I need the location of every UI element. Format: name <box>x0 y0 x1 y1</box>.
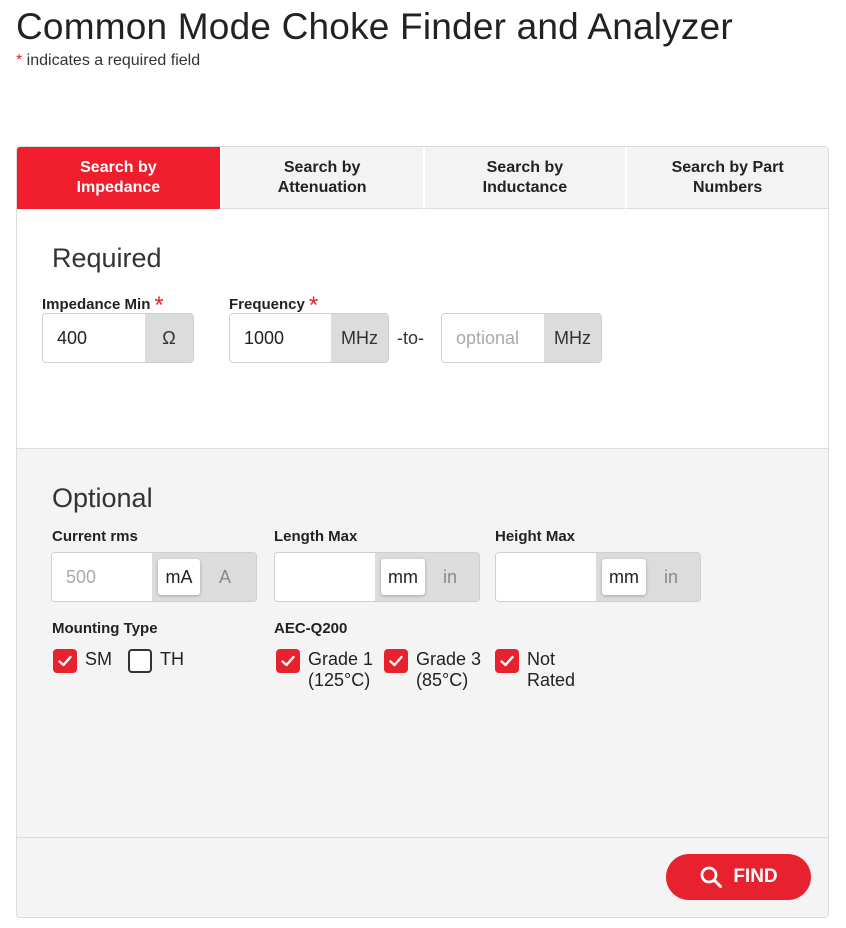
checkbox-checked-icon <box>495 649 519 673</box>
tab-label-line1: Search by <box>80 158 157 176</box>
unit-option-mm[interactable]: mm <box>602 559 646 595</box>
form-footer: FIND <box>17 838 828 917</box>
tab-label-line2: Attenuation <box>277 178 367 196</box>
tab-search-by-attenuation[interactable]: Search by Attenuation <box>219 147 423 209</box>
frequency-max-input[interactable] <box>442 314 544 362</box>
tab-search-by-inductance[interactable]: Search by Inductance <box>422 147 626 209</box>
frequency-min-unit-addon: MHz <box>331 314 388 362</box>
mounting-th-checkbox[interactable]: TH <box>128 649 184 673</box>
checkbox-checked-icon <box>53 649 77 673</box>
checkbox-label: Grade 1 (125°C) <box>308 649 374 690</box>
unit-option-mm[interactable]: mm <box>381 559 425 595</box>
tab-label-line1: Search by Part <box>671 158 784 176</box>
mounting-sm-checkbox[interactable]: SM <box>53 649 112 673</box>
tab-label-line2: Numbers <box>692 178 763 196</box>
frequency-label: Frequency * <box>229 288 318 319</box>
ohm-unit-addon: Ω <box>145 314 193 362</box>
height-max-input[interactable] <box>496 553 596 601</box>
unit-option-in[interactable]: in <box>650 559 692 595</box>
required-field-note: * indicates a required field <box>16 52 200 70</box>
checkbox-label: TH <box>160 649 184 669</box>
tab-label-line2: Impedance <box>76 178 161 196</box>
find-button[interactable]: FIND <box>666 854 811 900</box>
aec-grade1-checkbox[interactable]: Grade 1 (125°C) <box>276 649 373 691</box>
search-panel: Search by Impedance Search by Attenuation … <box>16 146 829 918</box>
impedance-min-input[interactable] <box>43 314 145 362</box>
required-section: Required Impedance Min* Ω Frequency* MHz… <box>17 209 828 449</box>
tab-search-by-part-numbers[interactable]: Search by Part Numbers <box>625 147 828 209</box>
impedance-min-label-text: Impedance Min <box>42 296 151 313</box>
height-max-group: mm in <box>495 552 701 602</box>
unit-option-ma[interactable]: mA <box>158 559 200 595</box>
aec-not-rated-checkbox[interactable]: Not Rated <box>495 649 575 691</box>
frequency-min-group: MHz <box>229 313 389 363</box>
length-max-group: mm in <box>274 552 480 602</box>
current-rms-label: Current rms <box>52 528 138 545</box>
checkbox-label: Not Rated <box>527 649 576 690</box>
unit-option-in[interactable]: in <box>429 559 471 595</box>
search-icon <box>700 866 723 888</box>
tab-label-line1: Search by <box>283 158 361 176</box>
length-unit-toggle: mm in <box>375 553 479 601</box>
required-heading: Required <box>52 243 162 273</box>
length-max-label: Length Max <box>274 528 358 545</box>
frequency-range-separator: -to- <box>397 328 424 348</box>
tab-label-line1: Search by <box>486 158 564 176</box>
required-note-text: indicates a required field <box>22 52 201 69</box>
impedance-min-group: Ω <box>42 313 194 363</box>
tab-label-line2: Inductance <box>482 178 568 196</box>
optional-section: Optional Current rms mA A Length Max mm … <box>17 449 828 838</box>
current-rms-group: mA A <box>51 552 257 602</box>
page-title: Common Mode Choke Finder and Analyzer <box>16 6 733 47</box>
current-unit-toggle: mA A <box>152 553 256 601</box>
aec-q200-label: AEC-Q200 <box>274 620 348 637</box>
frequency-max-unit-addon: MHz <box>544 314 601 362</box>
checkbox-unchecked-icon <box>128 649 152 673</box>
checkbox-label: SM <box>85 649 112 669</box>
height-unit-toggle: mm in <box>596 553 700 601</box>
aec-grade3-checkbox[interactable]: Grade 3 (85°C) <box>384 649 481 691</box>
checkbox-checked-icon <box>276 649 300 673</box>
frequency-max-group: MHz <box>441 313 602 363</box>
checkbox-label: Grade 3 (85°C) <box>416 649 482 690</box>
height-max-label: Height Max <box>495 528 576 545</box>
optional-heading: Optional <box>52 483 153 513</box>
mounting-type-label: Mounting Type <box>52 620 158 637</box>
length-max-input[interactable] <box>275 553 375 601</box>
unit-option-a[interactable]: A <box>204 559 246 595</box>
find-button-label: FIND <box>733 866 778 887</box>
search-tabs: Search by Impedance Search by Attenuation … <box>17 147 828 209</box>
impedance-min-label: Impedance Min * <box>42 288 164 319</box>
checkbox-checked-icon <box>384 649 408 673</box>
tab-search-by-impedance[interactable]: Search by Impedance <box>17 147 220 209</box>
frequency-min-input[interactable] <box>230 314 331 362</box>
frequency-label-text: Frequency <box>229 296 305 313</box>
current-rms-input[interactable] <box>52 553 152 601</box>
